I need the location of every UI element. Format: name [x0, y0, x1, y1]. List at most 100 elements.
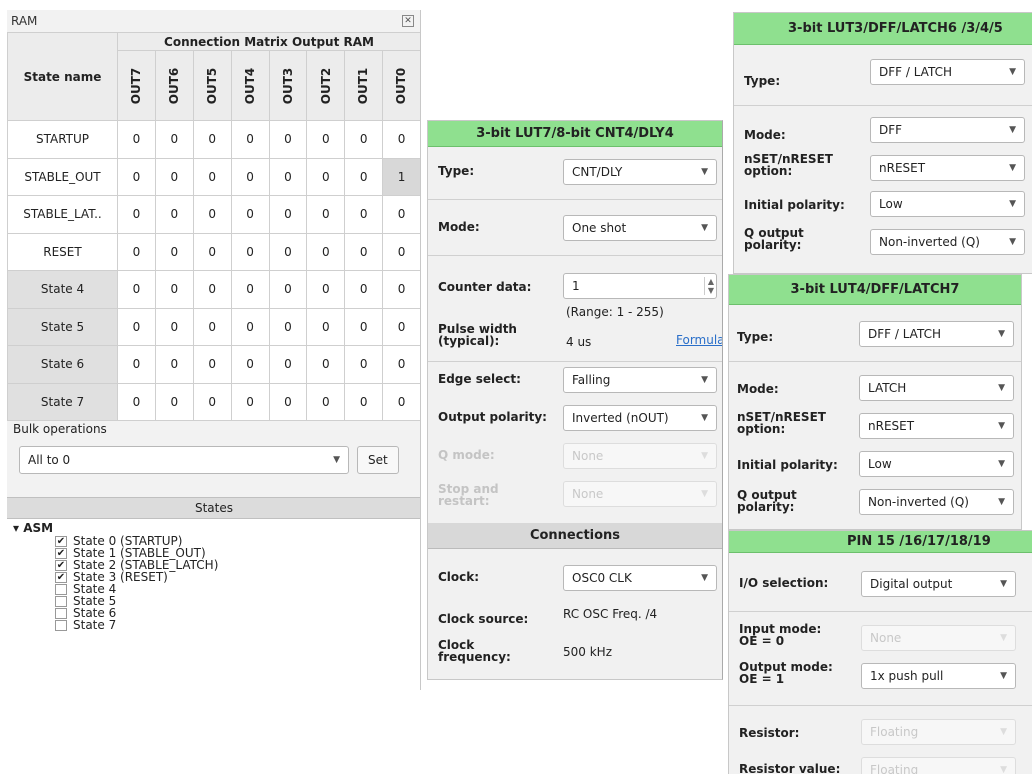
nset-nreset-select[interactable]: nRESET ▼ — [870, 155, 1025, 181]
ram-value-cell[interactable]: 0 — [230, 120, 270, 159]
edge-select[interactable]: Falling ▼ — [563, 367, 717, 393]
state-name-cell[interactable]: State 5 — [7, 307, 118, 346]
ram-value-cell[interactable]: 0 — [344, 232, 384, 271]
state-checkbox[interactable]: ✔ — [55, 535, 67, 547]
ram-value-cell[interactable]: 0 — [344, 120, 384, 159]
state-name-cell[interactable]: State 7 — [7, 382, 118, 421]
ram-value-cell[interactable]: 0 — [344, 345, 384, 384]
ram-value-cell[interactable]: 0 — [268, 307, 308, 346]
resistor-select[interactable]: Floating ▼ — [861, 719, 1016, 745]
ram-value-cell[interactable]: 0 — [230, 382, 270, 421]
state-name-cell[interactable]: State 6 — [7, 345, 118, 384]
ram-value-cell[interactable]: 0 — [382, 307, 420, 346]
ram-value-cell[interactable]: 0 — [344, 157, 384, 196]
state-name-cell[interactable]: STABLE_OUT — [7, 157, 118, 196]
ram-value-cell[interactable]: 0 — [192, 270, 232, 309]
state-checkbox[interactable]: ✔ — [55, 559, 67, 571]
state-checkbox[interactable] — [55, 595, 67, 607]
ram-value-cell[interactable]: 0 — [154, 307, 194, 346]
ram-value-cell[interactable]: 0 — [382, 270, 420, 309]
ram-value-cell[interactable]: 0 — [382, 382, 420, 421]
close-icon[interactable]: ✕ — [402, 15, 414, 27]
ram-value-cell[interactable]: 0 — [154, 382, 194, 421]
ram-value-cell[interactable]: 0 — [306, 345, 346, 384]
ram-value-cell[interactable]: 0 — [192, 195, 232, 234]
ram-value-cell[interactable]: 0 — [117, 120, 156, 159]
mode-select[interactable]: DFF ▼ — [870, 117, 1025, 143]
q-output-polarity-select[interactable]: Non-inverted (Q) ▼ — [870, 229, 1025, 255]
ram-value-cell[interactable]: 0 — [306, 157, 346, 196]
ram-value-cell[interactable]: 0 — [117, 345, 156, 384]
initial-polarity-select[interactable]: Low ▼ — [859, 451, 1014, 477]
resistor-value-select[interactable]: Floating ▼ — [861, 757, 1016, 774]
type-select[interactable]: DFF / LATCH ▼ — [859, 321, 1014, 347]
state-checkbox[interactable]: ✔ — [55, 571, 67, 583]
ram-value-cell[interactable]: 0 — [344, 195, 384, 234]
state-checkbox[interactable] — [55, 619, 67, 631]
state-checkbox[interactable] — [55, 583, 67, 595]
q-output-polarity-select[interactable]: Non-inverted (Q) ▼ — [859, 489, 1014, 515]
ram-value-cell[interactable]: 0 — [230, 232, 270, 271]
counter-data-spinbox[interactable]: 1 ▲ ▼ — [563, 273, 717, 299]
spin-arrows-icon[interactable]: ▲ ▼ — [703, 277, 714, 295]
ram-value-cell[interactable]: 0 — [306, 270, 346, 309]
ram-value-cell[interactable]: 0 — [268, 345, 308, 384]
ram-value-cell[interactable]: 0 — [382, 195, 420, 234]
ram-value-cell[interactable]: 1 — [382, 157, 420, 196]
ram-value-cell[interactable]: 0 — [117, 195, 156, 234]
clock-select[interactable]: OSC0 CLK ▼ — [563, 565, 717, 591]
ram-value-cell[interactable]: 0 — [192, 157, 232, 196]
q-mode-select[interactable]: None ▼ — [563, 443, 717, 469]
ram-value-cell[interactable]: 0 — [268, 232, 308, 271]
ram-value-cell[interactable]: 0 — [230, 345, 270, 384]
ram-value-cell[interactable]: 0 — [268, 382, 308, 421]
ram-value-cell[interactable]: 0 — [192, 232, 232, 271]
state-checkbox[interactable] — [55, 607, 67, 619]
formula-link[interactable]: Formula — [676, 333, 722, 347]
ram-value-cell[interactable]: 0 — [306, 232, 346, 271]
asm-node[interactable]: ▾ ASM — [13, 521, 415, 535]
ram-value-cell[interactable]: 0 — [230, 195, 270, 234]
nset-nreset-select[interactable]: nRESET ▼ — [859, 413, 1014, 439]
initial-polarity-select[interactable]: Low ▼ — [870, 191, 1025, 217]
state-name-cell[interactable]: STARTUP — [7, 120, 118, 159]
type-select[interactable]: DFF / LATCH ▼ — [870, 59, 1025, 85]
mode-select[interactable]: One shot ▼ — [563, 215, 717, 241]
ram-value-cell[interactable]: 0 — [230, 307, 270, 346]
ram-value-cell[interactable]: 0 — [154, 157, 194, 196]
mode-select[interactable]: LATCH ▼ — [859, 375, 1014, 401]
ram-value-cell[interactable]: 0 — [117, 270, 156, 309]
ram-value-cell[interactable]: 0 — [192, 120, 232, 159]
ram-value-cell[interactable]: 0 — [192, 345, 232, 384]
ram-value-cell[interactable]: 0 — [382, 120, 420, 159]
output-polarity-select[interactable]: Inverted (nOUT) ▼ — [563, 405, 717, 431]
ram-value-cell[interactable]: 0 — [192, 307, 232, 346]
ram-value-cell[interactable]: 0 — [344, 270, 384, 309]
ram-value-cell[interactable]: 0 — [268, 120, 308, 159]
ram-value-cell[interactable]: 0 — [382, 232, 420, 271]
output-mode-select[interactable]: 1x push pull ▼ — [861, 663, 1016, 689]
ram-value-cell[interactable]: 0 — [344, 307, 384, 346]
ram-value-cell[interactable]: 0 — [154, 232, 194, 271]
ram-value-cell[interactable]: 0 — [306, 382, 346, 421]
ram-value-cell[interactable]: 0 — [268, 270, 308, 309]
set-button[interactable]: Set — [357, 446, 399, 474]
ram-value-cell[interactable]: 0 — [382, 345, 420, 384]
ram-value-cell[interactable]: 0 — [344, 382, 384, 421]
bulk-select[interactable]: All to 0 ▼ — [19, 446, 349, 474]
ram-value-cell[interactable]: 0 — [117, 232, 156, 271]
ram-value-cell[interactable]: 0 — [117, 157, 156, 196]
ram-value-cell[interactable]: 0 — [192, 382, 232, 421]
expand-arrow-icon[interactable]: ▾ — [13, 521, 19, 535]
input-mode-select[interactable]: None ▼ — [861, 625, 1016, 651]
ram-value-cell[interactable]: 0 — [117, 382, 156, 421]
ram-value-cell[interactable]: 0 — [230, 270, 270, 309]
ram-value-cell[interactable]: 0 — [154, 195, 194, 234]
ram-value-cell[interactable]: 0 — [268, 195, 308, 234]
ram-value-cell[interactable]: 0 — [306, 195, 346, 234]
state-name-cell[interactable]: RESET — [7, 232, 118, 271]
state-checkbox[interactable]: ✔ — [55, 547, 67, 559]
state-name-cell[interactable]: STABLE_LAT.. — [7, 195, 118, 234]
ram-value-cell[interactable]: 0 — [306, 120, 346, 159]
ram-value-cell[interactable]: 0 — [154, 120, 194, 159]
